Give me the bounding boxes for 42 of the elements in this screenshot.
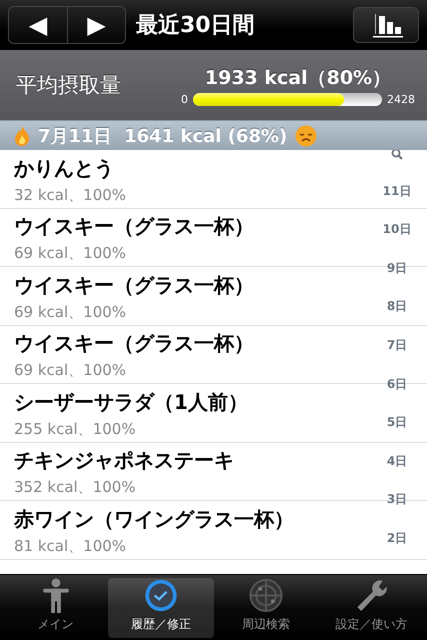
tab[interactable]: 周辺検索	[214, 578, 319, 638]
index-day[interactable]: 8日	[386, 298, 408, 314]
chart-button[interactable]	[353, 7, 419, 43]
range-max: 2428	[387, 92, 415, 106]
index-day[interactable]: 4日	[386, 452, 408, 469]
food-name: ウイスキー（グラス一杯）	[14, 272, 255, 299]
index-day[interactable]: 3日	[386, 491, 408, 508]
index-day[interactable]: 2日	[386, 530, 408, 546]
flame-icon	[14, 126, 30, 146]
next-button[interactable]: ▶	[67, 7, 125, 43]
search-icon[interactable]	[391, 150, 403, 160]
radar-icon	[248, 578, 284, 613]
person-icon	[40, 578, 71, 613]
index-day[interactable]: 9日	[386, 260, 408, 276]
food-calories: 69 kcal、100%	[14, 244, 128, 264]
food-calories: 32 kcal、100%	[14, 186, 128, 205]
food-name: かりんとう	[14, 154, 115, 182]
index-day[interactable]: 6日	[386, 376, 408, 392]
index-day[interactable]: 7日	[386, 336, 408, 353]
tab[interactable]: 履歴／修正	[108, 578, 214, 638]
index-day[interactable]: 5日	[386, 414, 408, 430]
food-calories: 69 kcal、100%	[14, 361, 128, 380]
index-day[interactable]: 11日	[382, 182, 412, 199]
food-name: 赤ワイン（ワイングラス一杯）	[14, 506, 295, 533]
food-calories: 352 kcal、100%	[14, 478, 137, 498]
food-name: チキンジャポネステーキ	[14, 447, 235, 474]
sad-face-icon	[295, 124, 318, 146]
food-name: ウイスキー（グラス一杯）	[14, 213, 255, 240]
food-calories: 255 kcal、100%	[14, 420, 137, 439]
tab[interactable]: 設定／使い方	[318, 578, 424, 638]
tab[interactable]: メイン	[3, 578, 108, 638]
section-date-total: 7月11日 1641 kcal (68%)	[38, 124, 288, 148]
food-calories: 69 kcal、100%	[14, 302, 128, 322]
navigation-title: 最近30日間	[136, 12, 256, 40]
food-name: ウイスキー（グラス一杯）	[14, 330, 255, 358]
range-min: 0	[181, 92, 188, 106]
food-name: シーザーサラダ（1人前）	[14, 388, 249, 416]
previous-button[interactable]: ◀	[9, 7, 67, 43]
summary-label: 平均摂取量	[16, 72, 122, 99]
average-intake-value: 1933 kcal（80%）	[204, 66, 392, 90]
index-day[interactable]: 10日	[382, 221, 412, 238]
food-calories: 81 kcal、100%	[14, 536, 128, 556]
